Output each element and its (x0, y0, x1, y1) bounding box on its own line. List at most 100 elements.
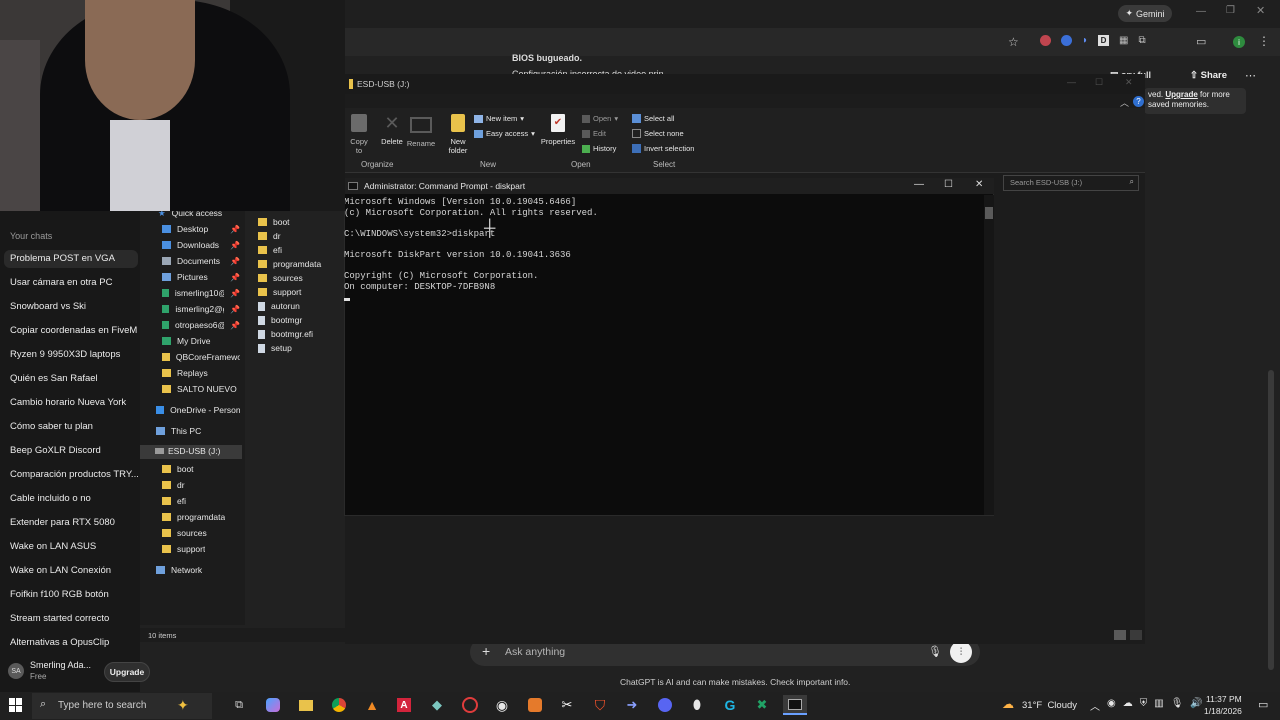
chat-item[interactable]: Foifkin f100 RGB botón (10, 589, 138, 600)
file-item[interactable]: bootmgr (258, 314, 302, 326)
nav-item-network[interactable]: Network (156, 563, 240, 577)
explorer-search-box[interactable]: Search ESD-USB (J:) ⌕ (1003, 175, 1139, 191)
explorer-close-icon[interactable]: ✕ (1125, 77, 1133, 88)
copy-to-button[interactable]: Copy to (348, 114, 370, 155)
app-red-a-icon[interactable]: A (394, 695, 414, 715)
capcut-icon[interactable]: ✂ (557, 695, 577, 715)
properties-button[interactable]: ✔ Properties (540, 114, 576, 146)
nav-item-this-pc[interactable]: This PC (156, 424, 240, 438)
excel-icon[interactable]: ✖ (752, 695, 772, 715)
logitech-icon[interactable]: G (720, 695, 740, 715)
close-icon[interactable]: ✕ (1256, 4, 1265, 17)
nav-item-pinned[interactable]: ismerling2@gm📌 (162, 302, 240, 316)
opera-icon[interactable] (460, 695, 480, 715)
explorer-maximize-icon[interactable]: ☐ (1095, 77, 1103, 88)
pin-icon[interactable]: 📌 (230, 289, 240, 298)
user-avatar[interactable]: SA (8, 663, 24, 679)
pin-icon[interactable]: 📌 (230, 257, 240, 266)
new-item-button[interactable]: New item ▾ (474, 114, 524, 123)
microphone-icon[interactable]: 🎙 (928, 645, 942, 658)
profile-avatar[interactable]: i (1233, 36, 1245, 48)
open-button[interactable]: Open ▾ (582, 114, 618, 123)
pin-icon[interactable]: 📌 (230, 321, 240, 330)
copilot-icon[interactable] (263, 695, 283, 715)
chat-input[interactable]: Ask anything (505, 646, 565, 658)
invert-selection-button[interactable]: Invert selection (632, 144, 694, 153)
new-folder-button[interactable]: New folder (446, 114, 470, 155)
pin-icon[interactable]: 📌 (230, 225, 240, 234)
chat-item[interactable]: Ryzen 9 9950X3D laptops (10, 349, 138, 360)
app-orange-icon[interactable]: ▲ (362, 695, 382, 715)
select-none-button[interactable]: Select none (632, 129, 684, 138)
cmd-scroll-thumb[interactable] (985, 207, 993, 219)
minimize-icon[interactable]: — (1196, 6, 1206, 17)
nav-item-pinned[interactable]: otropaeso6@gm📌 (162, 318, 240, 332)
nav-item-usb-folder[interactable]: boot (162, 462, 240, 476)
clock-time[interactable]: 11:37 PM (1206, 694, 1242, 704)
microphone-tray-icon[interactable]: 🎙 (1171, 698, 1184, 713)
tray-cloud-icon[interactable]: ☁ (1123, 698, 1133, 713)
nav-item[interactable]: QBCoreFramework (162, 350, 240, 364)
plus-icon[interactable]: + (482, 643, 490, 659)
upgrade-link[interactable]: Upgrade (1165, 90, 1197, 99)
nav-item[interactable]: My Drive (162, 334, 240, 348)
file-item[interactable]: sources (258, 272, 303, 284)
nav-item-usb-folder[interactable]: dr (162, 478, 240, 492)
file-item[interactable]: efi (258, 244, 282, 256)
taskbar-search[interactable]: ⌕ Type here to search ✦ (32, 693, 212, 719)
pin-icon[interactable]: 📌 (230, 241, 240, 250)
cmd-scrollbar[interactable] (984, 195, 994, 515)
details-view-icon[interactable] (1114, 630, 1126, 640)
app-orange-square-icon[interactable] (525, 695, 545, 715)
file-item[interactable]: dr (258, 230, 281, 242)
extension-blue-icon[interactable] (1061, 35, 1072, 46)
file-item[interactable]: bootmgr.efi (258, 328, 313, 340)
user-name[interactable]: Smerling Ada... (30, 660, 91, 670)
tray-shield-icon[interactable]: ⛨ (1140, 698, 1148, 713)
restore-icon[interactable]: ❐ (1226, 5, 1235, 16)
brave-icon[interactable]: ⛉ (590, 695, 610, 715)
upgrade-button[interactable]: Upgrade (104, 662, 150, 682)
file-explorer-icon[interactable] (296, 695, 316, 715)
nav-item-usb-folder[interactable]: efi (162, 494, 240, 508)
nav-item-pinned[interactable]: ismerling10@gm📌 (162, 286, 240, 300)
page-scrollbar[interactable] (1268, 370, 1274, 670)
help-icon[interactable]: ? (1133, 96, 1144, 107)
clock-date[interactable]: 1/18/2026 (1204, 706, 1242, 716)
app-teal-icon[interactable]: ◆ (427, 695, 447, 715)
nav-item[interactable]: Replays (162, 366, 240, 380)
chat-item[interactable]: Cambio horario Nueva York (10, 397, 138, 408)
pin-icon[interactable]: 📌 (230, 305, 240, 314)
chrome-icon[interactable] (329, 695, 349, 715)
share-button[interactable]: ⇧ Share (1190, 70, 1227, 81)
chat-item[interactable]: Alternativas a OpusClip (10, 637, 138, 648)
network-icon[interactable]: ▥ (1154, 698, 1163, 713)
chat-item[interactable]: Problema POST en VGA (10, 253, 138, 264)
chat-item[interactable]: Usar cámara en otra PC (10, 277, 138, 288)
nav-item-usb[interactable]: ESD-USB (J:) (155, 446, 220, 456)
show-hidden-icons-icon[interactable]: ︿ (1090, 698, 1100, 713)
extension-red-icon[interactable] (1040, 35, 1051, 46)
nav-item-onedrive[interactable]: OneDrive - Personal (156, 403, 240, 417)
chat-item[interactable]: Cómo saber tu plan (10, 421, 138, 432)
more-options-icon[interactable]: ⋯ (1245, 69, 1256, 82)
rename-button[interactable]: Rename (406, 114, 436, 148)
chat-item[interactable]: Wake on LAN Conexión (10, 565, 138, 576)
start-button[interactable] (9, 698, 23, 712)
volume-icon[interactable]: 🔊 (1190, 698, 1202, 713)
task-view-icon[interactable]: ⧉ (229, 695, 249, 715)
file-item[interactable]: autorun (258, 300, 300, 312)
nav-item-pinned[interactable]: Desktop 📌 (162, 222, 240, 236)
cmd-maximize-icon[interactable]: ☐ (944, 179, 953, 190)
edit-button[interactable]: Edit (582, 129, 606, 138)
file-item[interactable]: support (258, 286, 301, 298)
file-item[interactable]: boot (258, 216, 290, 228)
split-view-icon[interactable]: ▭ (1196, 35, 1206, 48)
weather-widget[interactable]: 31°F Cloudy (1022, 700, 1077, 711)
tiles-view-icon[interactable] (1130, 630, 1142, 640)
delete-button[interactable]: ✕ Delete (380, 114, 404, 146)
app-light-icon[interactable]: ⬮ (687, 695, 707, 715)
extension-grid-icon[interactable]: ▦ (1119, 35, 1128, 46)
extension-d-icon[interactable]: D (1098, 35, 1110, 46)
select-all-button[interactable]: Select all (632, 114, 674, 123)
